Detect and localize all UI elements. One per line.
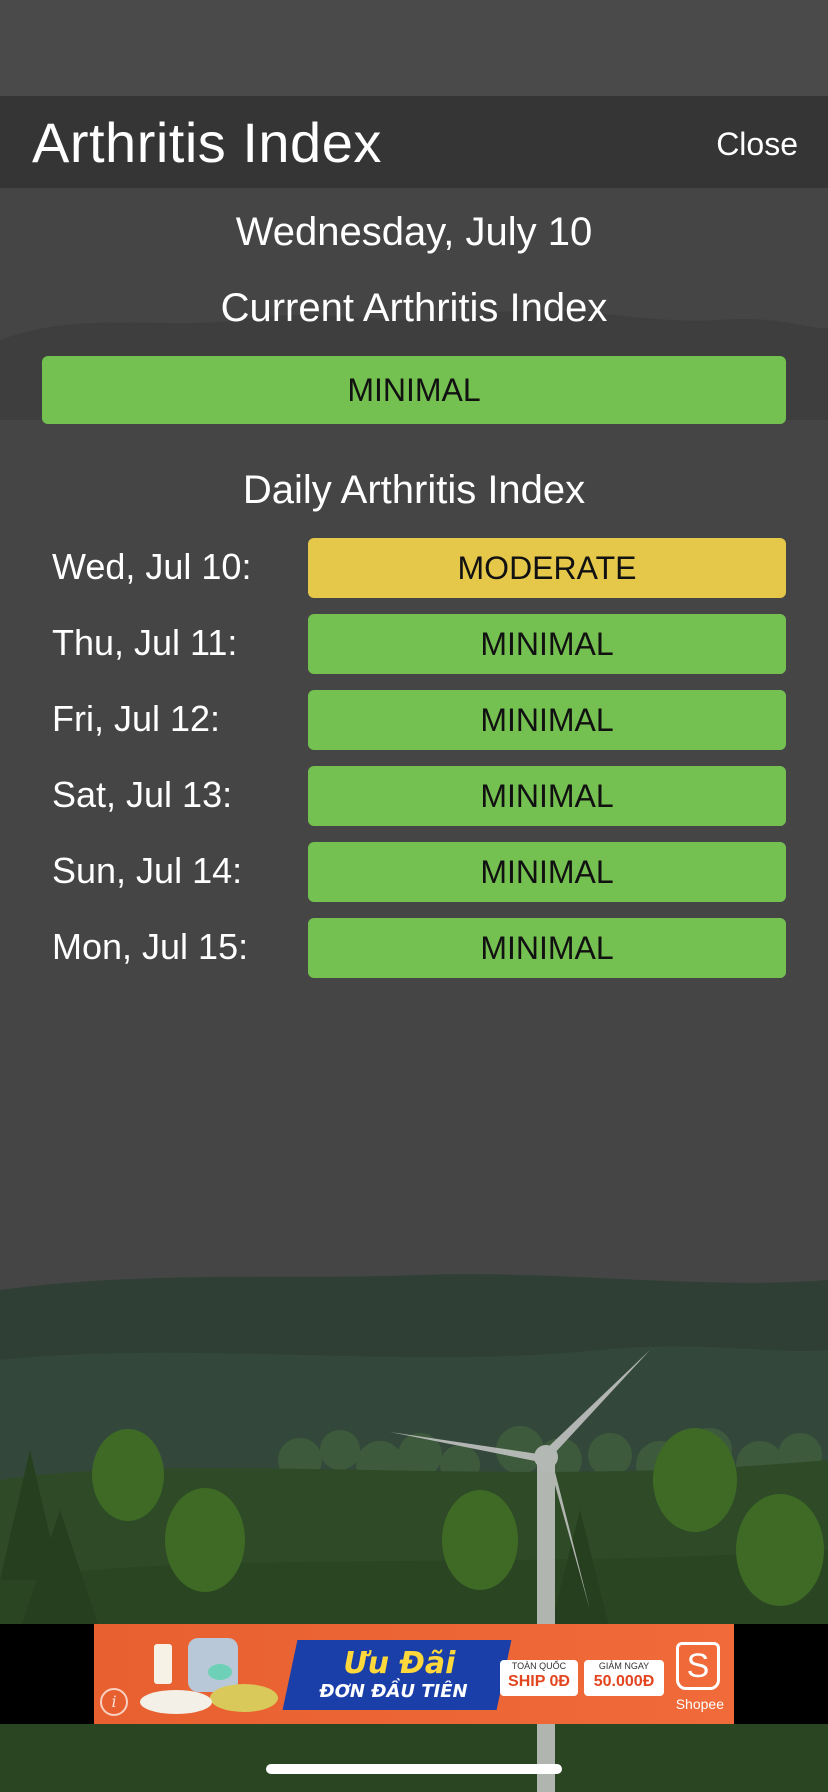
day-row: Wed, Jul 10: MODERATE: [0, 536, 828, 612]
shopee-bag-icon: S: [676, 1642, 720, 1690]
day-row: Sat, Jul 13: MINIMAL: [0, 764, 828, 840]
day-index-bar: MODERATE: [308, 538, 786, 598]
ad-brand-label: Shopee: [675, 1696, 724, 1712]
current-index-title: Current Arthritis Index: [220, 286, 608, 330]
ad-headline-sub: ĐƠN ĐẦU TIÊN: [319, 1681, 468, 1702]
header-bar: Arthritis Index Close: [0, 96, 828, 188]
ad-info-icon[interactable]: i: [100, 1688, 128, 1716]
ad-banner[interactable]: Ưu Đãi ĐƠN ĐẦU TIÊN TOÀN QUỐC SHIP 0Đ GI…: [94, 1624, 734, 1724]
day-row: Fri, Jul 12: MINIMAL: [0, 688, 828, 764]
ad-badge-discount: GIẢM NGAY 50.000Đ: [584, 1660, 664, 1696]
ad-badge-ship-value: SHIP 0Đ: [508, 1673, 570, 1690]
day-index-bar: MINIMAL: [308, 918, 786, 978]
day-label: Wed, Jul 10:: [52, 546, 252, 587]
day-label: Sat, Jul 13:: [52, 774, 233, 815]
ad-badge-ship-caption: TOÀN QUỐC: [511, 1661, 567, 1671]
ad-headline: Ưu Đãi ĐƠN ĐẦU TIÊN: [282, 1640, 512, 1710]
daily-index-title: Daily Arthritis Index: [242, 468, 586, 512]
day-index-bar: MINIMAL: [308, 766, 786, 826]
status-bar: [0, 0, 828, 96]
page-title: Arthritis Index: [32, 111, 382, 174]
day-label: Mon, Jul 15:: [52, 926, 249, 967]
day-index-bar: MINIMAL: [308, 614, 786, 674]
ad-badge-discount-caption: GIẢM NGAY: [598, 1661, 650, 1671]
current-index-bar: MINIMAL: [42, 356, 786, 424]
day-label: Sun, Jul 14:: [52, 850, 243, 891]
close-button[interactable]: Close: [716, 126, 798, 163]
day-row: Sun, Jul 14: MINIMAL: [0, 840, 828, 916]
home-indicator: [266, 1764, 562, 1774]
date-heading: Wednesday, July 10: [235, 210, 593, 254]
day-row: Thu, Jul 11: MINIMAL: [0, 612, 828, 688]
ad-badge-discount-value: 50.000Đ: [593, 1673, 655, 1690]
day-label: Fri, Jul 12:: [52, 698, 221, 739]
day-label: Thu, Jul 11:: [52, 622, 238, 663]
day-row: Mon, Jul 15: MINIMAL: [0, 916, 828, 992]
ad-products-image: [140, 1638, 278, 1714]
daily-index-list: Wed, Jul 10: MODERATE Thu, Jul 11: MINIM…: [0, 536, 828, 992]
day-index-bar: MINIMAL: [308, 690, 786, 750]
day-index-bar: MINIMAL: [308, 842, 786, 902]
ad-badge-ship: TOÀN QUỐC SHIP 0Đ: [500, 1660, 578, 1696]
ad-headline-main: Ưu Đãi: [343, 1646, 456, 1681]
